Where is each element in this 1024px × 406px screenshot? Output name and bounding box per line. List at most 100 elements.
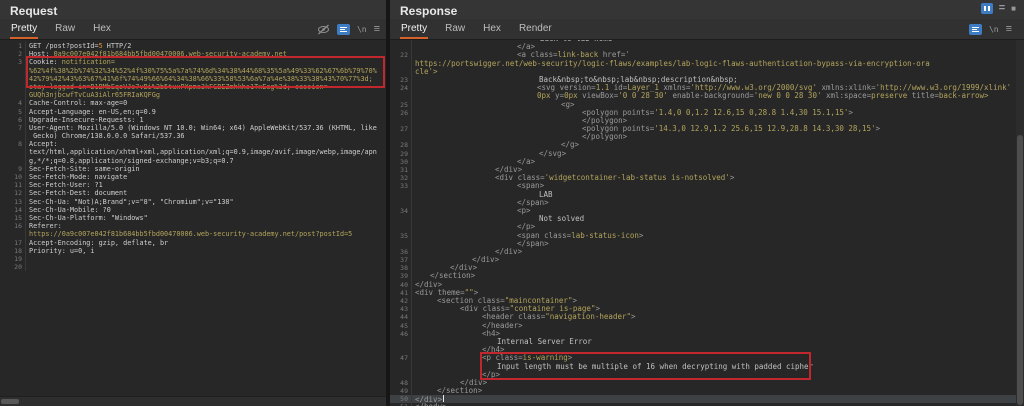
code-row[interactable]: 17Accept-Encoding: gzip, deflate, br (0, 239, 386, 247)
code-row[interactable]: 46<h4> (390, 330, 1024, 338)
code-text[interactable]: GUQh3njbcwfTvCuA3iAlr65FRIaKQFGg (29, 91, 160, 99)
response-vscroll-thumb[interactable] (1017, 135, 1023, 405)
tab-hex[interactable]: Hex (482, 19, 502, 39)
code-text[interactable]: %62%4f%38%2b%74%32%34%52%4f%30%75%5a%7a%… (29, 67, 377, 75)
code-text[interactable]: Accept-Encoding: gzip, deflate, br (29, 239, 168, 247)
code-row[interactable]: 16Referer: (0, 222, 386, 230)
code-row[interactable]: 49</section> (390, 387, 1024, 395)
code-text[interactable]: <h4> (415, 330, 500, 338)
code-text[interactable]: Sec-Fetch-Dest: document (29, 189, 127, 197)
code-text[interactable]: https://portswigger.net/web-security/log… (415, 60, 930, 68)
tab-raw[interactable]: Raw (444, 19, 466, 39)
code-row[interactable]: 42%79%42%43%63%67%41%6f%74%49%66%64%34%3… (0, 75, 386, 83)
code-text[interactable]: <header class="navigation-header"> (415, 313, 636, 321)
code-row[interactable]: g,*/*;q=0.8,application/signed-exchange;… (0, 157, 386, 165)
code-row[interactable]: </a> (390, 43, 1024, 51)
code-row[interactable]: 38</div> (390, 264, 1024, 272)
tab-raw[interactable]: Raw (54, 19, 76, 39)
code-row[interactable]: 11Sec-Fetch-User: ?1 (0, 181, 386, 189)
code-text[interactable]: text/html,application/xhtml+xml,applicat… (29, 148, 377, 156)
code-text[interactable]: Accept: (29, 140, 58, 148)
code-row[interactable]: 33<span> (390, 182, 1024, 190)
code-text[interactable]: 42%79%42%43%63%67%41%6f%74%49%66%64%34%3… (29, 75, 373, 83)
code-text[interactable]: </section> (415, 387, 482, 395)
code-text[interactable]: </svg> (415, 150, 566, 158)
request-editor[interactable]: 1GET /post?postId=5 HTTP/22Host: 0a9c007… (0, 40, 386, 397)
code-text[interactable]: <polygon points='1.4,0 0,1.2 12.6,15 0,2… (415, 109, 853, 117)
code-text[interactable]: <g> (415, 101, 575, 109)
code-text[interactable]: https://0a9c007e042f81b684bb5fbd00470006… (29, 230, 352, 238)
code-row[interactable]: 1GET /post?postId=5 HTTP/2 (0, 42, 386, 50)
code-row[interactable]: 8Accept: (0, 140, 386, 148)
code-text[interactable]: Sec-Ch-Ua: "Not)A;Brand";v="8", "Chromiu… (29, 198, 234, 206)
code-row[interactable]: 2Host: 0a9c007e042f81b684bb5fbd00470006.… (0, 50, 386, 58)
code-row[interactable]: 32<div class='widgetcontainer-lab-status… (390, 174, 1024, 182)
code-row[interactable]: 27<polygon points='14.3,0 12.9,1.2 25.6,… (390, 125, 1024, 133)
code-row[interactable]: 10Sec-Fetch-Mode: navigate (0, 173, 386, 181)
code-text[interactable]: Sec-Ch-Ua-Mobile: ?0 (29, 206, 111, 214)
code-row[interactable]: stay-logged-in=B1BMbEqoVJs7vBi%2b5tuxPXp… (0, 83, 386, 91)
newline-toggle-icon[interactable]: \n (357, 25, 367, 34)
newline-toggle-icon[interactable]: \n (989, 25, 999, 34)
code-row[interactable]: 15Sec-Ch-Ua-Platform: "Windows" (0, 214, 386, 222)
code-row[interactable]: 37</div> (390, 256, 1024, 264)
code-row[interactable]: 29</svg> (390, 150, 1024, 158)
code-text[interactable]: Accept-Language: en-US,en;q=0.9 (29, 108, 156, 116)
tab-pretty[interactable]: Pretty (10, 19, 38, 39)
window-maximize-icon[interactable]: ■ (1011, 4, 1016, 13)
editor-menu-icon[interactable]: ≡ (1006, 24, 1012, 34)
code-row[interactable]: 14Sec-Ch-Ua-Mobile: ?0 (0, 206, 386, 214)
code-row[interactable]: 13Sec-Ch-Ua: "Not)A;Brand";v="8", "Chrom… (0, 198, 386, 206)
code-row[interactable]: LAB (390, 191, 1024, 199)
code-text[interactable]: Upgrade-Insecure-Requests: 1 (29, 116, 144, 124)
pretty-print-icon[interactable] (969, 24, 982, 35)
code-row[interactable]: https://portswigger.net/web-security/log… (390, 60, 1024, 68)
code-text[interactable]: <div class='widgetcontainer-lab-status i… (415, 174, 734, 182)
code-text[interactable]: Not solved (415, 215, 584, 223)
code-text[interactable]: Input length must be multiple of 16 when… (415, 363, 813, 371)
code-row[interactable]: GUQh3njbcwfTvCuA3iAlr65FRIaKQFGg (0, 91, 386, 99)
code-text[interactable]: Sec-Fetch-Mode: navigate (29, 173, 127, 181)
request-hscroll-thumb[interactable] (1, 399, 19, 404)
request-horizontal-scrollbar[interactable] (0, 396, 386, 406)
code-row[interactable]: 12Sec-Fetch-Dest: document (0, 189, 386, 197)
code-row[interactable]: https://0a9c007e042f81b684bb5fbd00470006… (0, 230, 386, 238)
response-vertical-scrollbar[interactable] (1016, 40, 1024, 406)
code-row[interactable]: 39</section> (390, 272, 1024, 280)
code-row[interactable]: </span> (390, 240, 1024, 248)
code-text[interactable]: Sec-Ch-Ua-Platform: "Windows" (29, 214, 148, 222)
code-text[interactable]: Gecko) Chrome/138.0.0.0 Safari/537.36 (29, 132, 185, 140)
code-text[interactable]: User-Agent: Mozilla/5.0 (Windows NT 10.0… (29, 124, 377, 132)
code-text[interactable]: </p> (415, 371, 500, 379)
code-row[interactable]: Gecko) Chrome/138.0.0.0 Safari/537.36 (0, 132, 386, 140)
code-row[interactable]: 18Priority: u=0, i (0, 247, 386, 255)
code-text[interactable]: <span> (415, 182, 544, 190)
code-text[interactable]: Cookie: notification= (29, 58, 115, 66)
code-row[interactable]: 28</g> (390, 141, 1024, 149)
window-restore-icon[interactable]: = (999, 2, 1005, 14)
tab-render[interactable]: Render (518, 19, 553, 39)
code-text[interactable]: Host: 0a9c007e042f81b684bb5fbd00470006.w… (29, 50, 287, 58)
code-row[interactable]: 3Cookie: notification= (0, 58, 386, 66)
code-row[interactable]: 26<polygon points='1.4,0 0,1.2 12.6,15 0… (390, 109, 1024, 117)
code-text[interactable]: Referer: (29, 222, 62, 230)
code-text[interactable]: <p> (415, 207, 531, 215)
code-row[interactable]: </p> (390, 223, 1024, 231)
code-row[interactable]: 48</div> (390, 379, 1024, 387)
code-text[interactable]: Sec-Fetch-Site: same-origin (29, 165, 140, 173)
code-text[interactable]: </header> (415, 322, 523, 330)
response-editor[interactable]: Back to lab home</a>22<a class=link-back… (390, 40, 1024, 406)
code-text[interactable]: Cache-Control: max-age=0 (29, 99, 127, 107)
tab-pretty[interactable]: Pretty (400, 19, 428, 39)
code-text[interactable]: g,*/*;q=0.8,application/signed-exchange;… (29, 157, 234, 165)
code-row[interactable]: Not solved (390, 215, 1024, 223)
editor-menu-icon[interactable]: ≡ (374, 24, 380, 34)
code-text[interactable]: stay-logged-in=B1BMbEqoVJs7vBi%2b5tuxPXp… (29, 83, 328, 91)
code-row[interactable]: 40</div> (390, 281, 1024, 289)
code-text[interactable]: 0px y=0px viewBox='0 0 28 30' enable-bac… (415, 92, 989, 100)
code-row[interactable]: 5Accept-Language: en-US,en;q=0.9 (0, 108, 386, 116)
code-row[interactable]: </span> (390, 199, 1024, 207)
code-row[interactable]: %62%4f%38%2b%74%32%34%52%4f%30%75%5a%7a%… (0, 67, 386, 75)
code-row[interactable]: 19 (0, 255, 386, 263)
code-row[interactable]: 34<p> (390, 207, 1024, 215)
